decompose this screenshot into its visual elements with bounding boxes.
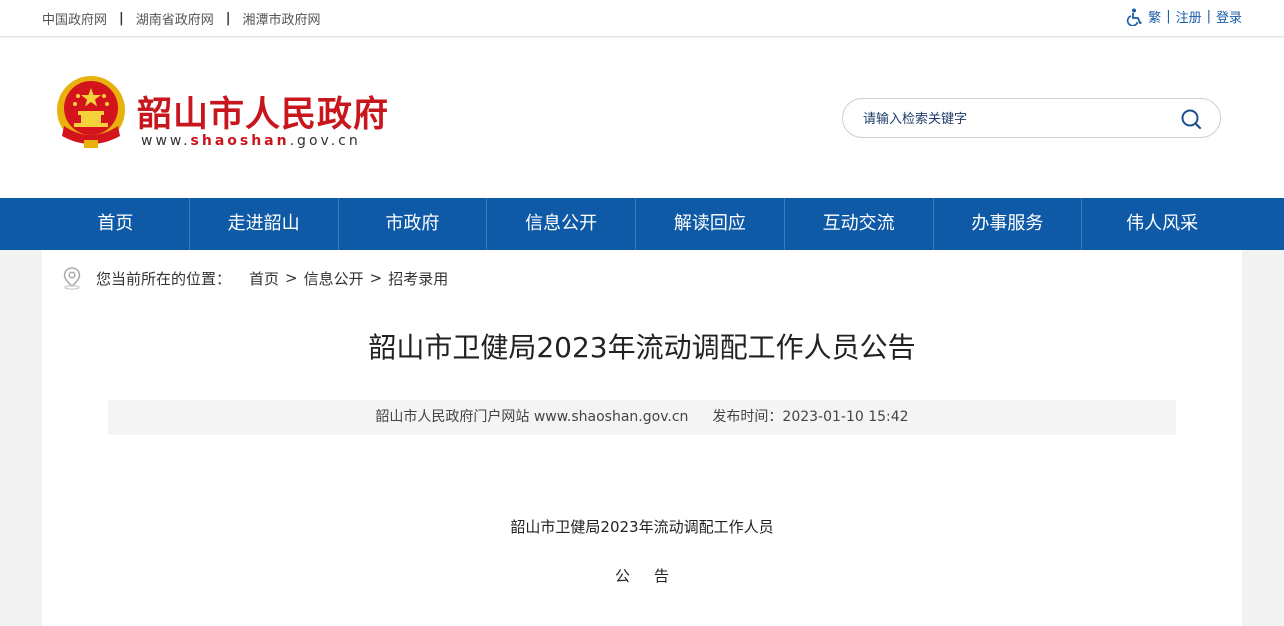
breadcrumb-arrow: > <box>369 269 383 287</box>
nav-item-info-disclosure[interactable]: 信息公开 <box>487 198 636 250</box>
login-link[interactable]: 登录 <box>1216 7 1242 26</box>
nav-item-home[interactable]: 首页 <box>42 198 190 250</box>
article-published-time: 发布时间：2023-01-10 15:42 <box>712 409 909 425</box>
top-right-links: 繁 | 注册 | 登录 <box>1126 7 1242 26</box>
site-url: www.shaoshan.gov.cn <box>141 133 361 149</box>
nav-item-government[interactable]: 市政府 <box>339 198 488 250</box>
separator: | <box>225 11 231 26</box>
nav-item-interpretation[interactable]: 解读回应 <box>636 198 785 250</box>
separator: | <box>1166 9 1171 24</box>
separator: | <box>119 11 124 26</box>
article-title: 韶山市卫健局2023年流动调配工作人员公告 <box>368 331 916 364</box>
register-link[interactable]: 注册 <box>1176 7 1202 26</box>
breadcrumb-home[interactable]: 首页 <box>249 268 279 289</box>
article-body-heading: 韶山市卫健局2023年流动调配工作人员 <box>510 518 774 536</box>
nav-item-great-man[interactable]: 伟人风采 <box>1082 198 1242 250</box>
search-icon[interactable] <box>1180 108 1202 130</box>
search-box <box>842 98 1221 138</box>
location-pin-icon <box>63 267 81 290</box>
accessibility-icon[interactable] <box>1126 8 1144 26</box>
separator: | <box>1206 9 1211 24</box>
top-links: 中国政府网 | 湖南省政府网 | 湘潭市政府网 <box>42 9 321 28</box>
site-header: 韶山市人民政府 www.shaoshan.gov.cn <box>0 38 1284 198</box>
url-highlight: shaoshan <box>190 133 290 149</box>
breadcrumb-info-disclosure[interactable]: 信息公开 <box>304 268 364 289</box>
breadcrumb-label: 您当前所在的位置： <box>96 269 232 288</box>
nav-item-interaction[interactable]: 互动交流 <box>785 198 934 250</box>
national-emblem-logo[interactable] <box>54 74 128 150</box>
article-source: 韶山市人民政府门户网站 www.shaoshan.gov.cn <box>375 409 689 425</box>
link-hunan-gov[interactable]: 湖南省政府网 <box>136 9 214 28</box>
site-title[interactable]: 韶山市人民政府 <box>137 86 389 137</box>
nav-list: 首页 走进韶山 市政府 信息公开 解读回应 互动交流 办事服务 伟人风采 <box>42 198 1242 250</box>
link-gov-cn[interactable]: 中国政府网 <box>42 9 107 28</box>
url-prefix: www. <box>141 133 191 149</box>
main-content: 您当前所在的位置： 首页 > 信息公开 > 招考录用 韶山市卫健局2023年流动… <box>42 250 1242 626</box>
traditional-chinese-link[interactable]: 繁 <box>1148 7 1161 26</box>
breadcrumb-arrow: > <box>285 269 298 287</box>
breadcrumb-recruitment[interactable]: 招考录用 <box>388 268 448 289</box>
article-meta: 韶山市人民政府门户网站 www.shaoshan.gov.cn 发布时间：2023… <box>108 400 1176 435</box>
nav-item-about-shaoshan[interactable]: 走进韶山 <box>190 198 339 250</box>
main-nav: 首页 走进韶山 市政府 信息公开 解读回应 互动交流 办事服务 伟人风采 <box>0 198 1284 250</box>
top-bar: 中国政府网 | 湖南省政府网 | 湘潭市政府网 繁 | 注册 | 登录 <box>0 0 1284 37</box>
search-input[interactable] <box>863 108 1163 130</box>
url-suffix: .gov.cn <box>289 133 361 149</box>
link-xiangtan-gov[interactable]: 湘潭市政府网 <box>243 9 321 28</box>
nav-item-services[interactable]: 办事服务 <box>934 198 1083 250</box>
breadcrumb: 您当前所在的位置： 首页 > 信息公开 > 招考录用 <box>62 266 448 290</box>
article-body-subheading: 公告 <box>614 567 693 585</box>
